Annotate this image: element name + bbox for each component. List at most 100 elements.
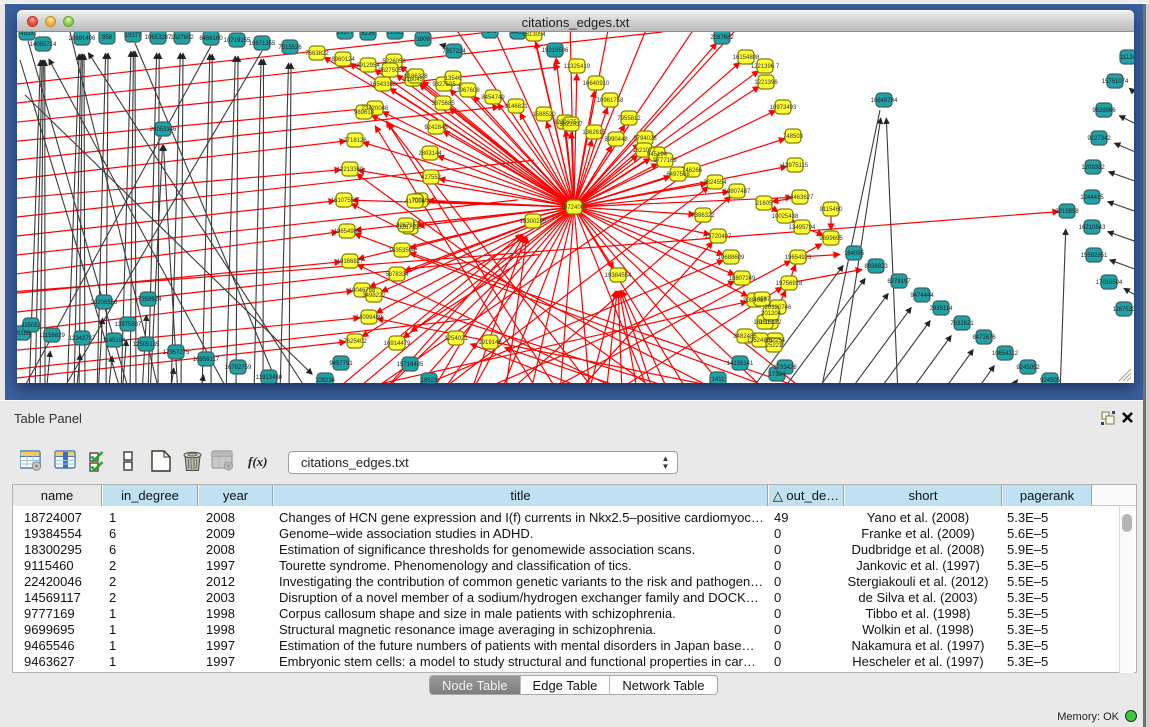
svg-text:7663822: 7663822 bbox=[305, 51, 329, 57]
svg-text:17359924: 17359924 bbox=[135, 297, 162, 303]
svg-text:10961758: 10961758 bbox=[597, 98, 624, 104]
svg-text:21065: 21065 bbox=[387, 32, 404, 36]
svg-text:16648784: 16648784 bbox=[871, 98, 898, 104]
svg-text:19166827: 19166827 bbox=[337, 259, 364, 265]
svg-text:8454749: 8454749 bbox=[481, 95, 505, 101]
svg-text:201204: 201204 bbox=[761, 311, 782, 317]
svg-text:8990448: 8990448 bbox=[604, 137, 628, 143]
svg-text:427552: 427552 bbox=[421, 175, 442, 181]
svg-text:7955812: 7955812 bbox=[617, 116, 641, 122]
svg-text:16640910: 16640910 bbox=[583, 81, 610, 87]
svg-text:9457791: 9457791 bbox=[329, 361, 353, 367]
svg-text:16543362: 16543362 bbox=[370, 82, 397, 88]
svg-text:6466160: 6466160 bbox=[199, 36, 223, 42]
svg-text:13975115: 13975115 bbox=[782, 163, 809, 169]
svg-text:9699695: 9699695 bbox=[819, 236, 843, 242]
svg-text:2482485: 2482485 bbox=[733, 334, 757, 340]
svg-text:164095: 164095 bbox=[844, 251, 865, 257]
svg-text:18807249: 18807249 bbox=[729, 276, 756, 282]
svg-text:13975887: 13975887 bbox=[115, 322, 142, 328]
svg-text:1254021: 1254021 bbox=[444, 336, 468, 342]
svg-text:15716485: 15716485 bbox=[397, 362, 424, 368]
svg-text:7625402: 7625402 bbox=[343, 339, 367, 345]
svg-text:17334: 17334 bbox=[769, 372, 786, 378]
svg-text:1145194: 1145194 bbox=[103, 338, 127, 344]
svg-text:15592951: 15592951 bbox=[1081, 253, 1108, 259]
svg-text:8236: 8236 bbox=[361, 32, 375, 37]
svg-text:17957275: 17957275 bbox=[163, 350, 190, 356]
svg-text:1527602: 1527602 bbox=[170, 35, 194, 41]
svg-text:10719155: 10719155 bbox=[224, 38, 251, 44]
svg-text:826715: 826715 bbox=[396, 223, 417, 229]
svg-text:1221396: 1221396 bbox=[754, 80, 778, 86]
svg-text:7515526: 7515526 bbox=[278, 45, 302, 51]
svg-text:9245052: 9245052 bbox=[1016, 365, 1040, 371]
svg-text:1615132: 1615132 bbox=[753, 320, 777, 326]
svg-text:1209382: 1209382 bbox=[1081, 165, 1105, 171]
svg-text:3215958: 3215958 bbox=[1055, 209, 1079, 215]
svg-text:f(x): f(x) bbox=[248, 454, 268, 469]
svg-text:16107552: 16107552 bbox=[331, 198, 358, 204]
svg-text:16671355: 16671355 bbox=[249, 41, 276, 47]
svg-text:15751074: 15751074 bbox=[1102, 79, 1129, 85]
svg-text:11156829: 11156829 bbox=[39, 333, 65, 339]
svg-text:3875685: 3875685 bbox=[431, 101, 455, 107]
svg-text:746266: 746266 bbox=[682, 168, 703, 174]
svg-text:11124: 11124 bbox=[1120, 55, 1134, 61]
svg-text:9627505: 9627505 bbox=[378, 68, 402, 74]
svg-text:19756928: 19756928 bbox=[776, 281, 803, 287]
svg-text:19384554: 19384554 bbox=[605, 273, 632, 279]
svg-text:2803144: 2803144 bbox=[418, 151, 442, 157]
svg-text:1588520: 1588520 bbox=[532, 112, 556, 118]
svg-text:7357224: 7357224 bbox=[442, 49, 466, 55]
svg-text:1733426: 1733426 bbox=[773, 365, 797, 371]
svg-text:16154808: 16154808 bbox=[733, 55, 760, 61]
svg-text:6379197: 6379197 bbox=[887, 279, 911, 285]
svg-text:20206556: 20206556 bbox=[91, 300, 118, 306]
svg-text:19218506: 19218506 bbox=[542, 48, 569, 54]
svg-text:2935114: 2935114 bbox=[930, 306, 954, 312]
svg-text:1167533: 1167533 bbox=[1113, 307, 1134, 313]
svg-text:16210643: 16210643 bbox=[1079, 225, 1106, 231]
svg-text:109234: 109234 bbox=[315, 378, 336, 383]
svg-text:8813054: 8813054 bbox=[522, 32, 546, 38]
svg-text:12342737: 12342737 bbox=[69, 336, 96, 342]
svg-text:9327505: 9327505 bbox=[432, 82, 456, 88]
svg-text:9474444: 9474444 bbox=[910, 293, 934, 299]
svg-text:13546: 13546 bbox=[445, 76, 462, 82]
svg-text:14055714: 14055714 bbox=[30, 42, 57, 48]
svg-text:12213369: 12213369 bbox=[337, 167, 364, 173]
svg-text:1411: 1411 bbox=[712, 377, 726, 383]
svg-text:11325419: 11325419 bbox=[564, 64, 591, 70]
svg-text:2718126: 2718126 bbox=[343, 138, 367, 144]
svg-text:39159: 39159 bbox=[17, 331, 31, 337]
svg-text:9242848: 9242848 bbox=[424, 125, 448, 131]
svg-text:15353594: 15353594 bbox=[389, 248, 416, 254]
svg-text:18724007: 18724007 bbox=[561, 205, 588, 211]
svg-text:14136141: 14136141 bbox=[727, 361, 754, 367]
svg-text:19377: 19377 bbox=[125, 33, 142, 39]
svg-text:2087682: 2087682 bbox=[710, 35, 734, 41]
svg-text:924505: 924505 bbox=[1040, 378, 1061, 383]
svg-text:18523: 18523 bbox=[421, 378, 438, 383]
svg-text:10958117: 10958117 bbox=[193, 357, 220, 363]
svg-text:417006: 417006 bbox=[405, 199, 426, 205]
svg-text:5822037: 5822037 bbox=[559, 122, 583, 128]
svg-text:5878334: 5878334 bbox=[385, 272, 409, 278]
svg-text:3824554: 3824554 bbox=[703, 180, 727, 186]
svg-text:16782759: 16782759 bbox=[225, 365, 252, 371]
svg-text:435051: 435051 bbox=[21, 323, 42, 329]
svg-text:11923468: 11923468 bbox=[256, 375, 283, 381]
svg-text:13495794: 13495794 bbox=[789, 225, 816, 231]
svg-text:4835: 4835 bbox=[20, 32, 34, 37]
svg-text:10973493: 10973493 bbox=[770, 105, 797, 111]
svg-text:3498222: 3498222 bbox=[362, 293, 386, 299]
svg-text:15720407: 15720407 bbox=[705, 234, 732, 240]
svg-text:958: 958 bbox=[102, 35, 113, 41]
svg-text:9227342: 9227342 bbox=[1087, 136, 1111, 142]
svg-text:7386322: 7386322 bbox=[691, 213, 715, 219]
svg-text:16914479: 16914479 bbox=[384, 341, 411, 347]
svg-text:14567: 14567 bbox=[754, 297, 771, 303]
svg-text:5226058: 5226058 bbox=[382, 59, 406, 65]
svg-text:19377: 19377 bbox=[337, 32, 354, 36]
